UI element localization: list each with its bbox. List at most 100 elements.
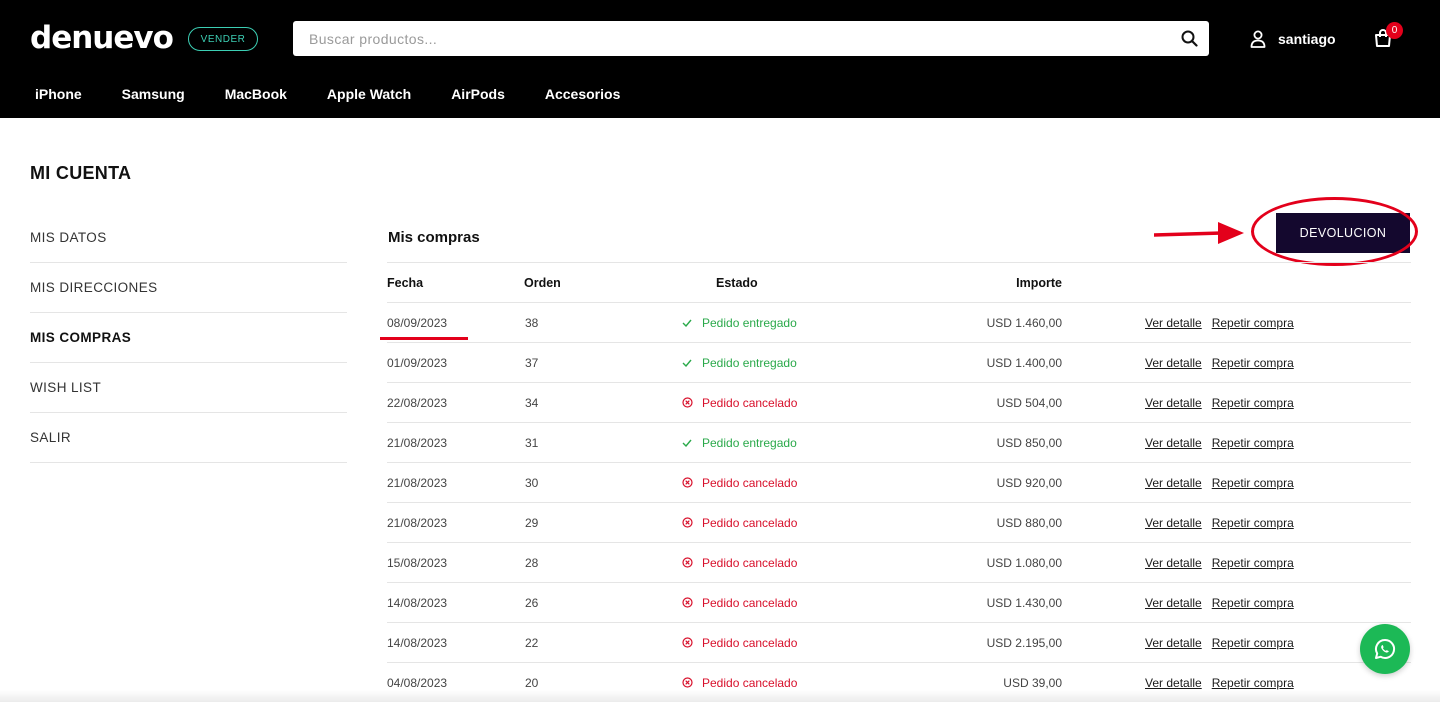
row-estado-label: Pedido cancelado: [702, 635, 798, 650]
row-fecha: 21/08/2023: [387, 515, 448, 530]
row-orden: 37: [525, 355, 539, 370]
whatsapp-button[interactable]: [1360, 624, 1410, 674]
ver-detalle-link[interactable]: Ver detalle: [1145, 596, 1202, 610]
sidebar-item-mis-direcciones[interactable]: MIS DIRECCIONES: [30, 263, 347, 313]
ver-detalle-link[interactable]: Ver detalle: [1145, 396, 1202, 410]
row-estado-label: Pedido cancelado: [702, 395, 798, 410]
table-header: Fecha Orden Estado Importe: [387, 263, 1411, 303]
ver-detalle-link[interactable]: Ver detalle: [1145, 436, 1202, 450]
user-account[interactable]: santiago: [1250, 29, 1336, 49]
row-importe: USD 2.195,00: [986, 635, 1062, 650]
orders-table: Fecha Orden Estado Importe 08/09/2023 38 P…: [387, 262, 1411, 702]
repetir-compra-link[interactable]: Repetir compra: [1212, 516, 1294, 530]
row-importe: USD 1.460,00: [986, 315, 1062, 330]
row-actions: Ver detalle Repetir compra: [1145, 636, 1304, 650]
row-orden: 34: [525, 395, 539, 410]
row-actions: Ver detalle Repetir compra: [1145, 316, 1304, 330]
ver-detalle-link[interactable]: Ver detalle: [1145, 516, 1202, 530]
nav-item-macbook[interactable]: MacBook: [225, 85, 287, 103]
row-fecha: 21/08/2023: [387, 435, 448, 450]
header-importe: Importe: [1016, 275, 1062, 290]
whatsapp-icon: [1373, 637, 1397, 661]
row-estado: Pedido cancelado: [681, 396, 797, 410]
sidebar-item-mis-datos[interactable]: MIS DATOS: [30, 213, 347, 263]
table-row: 04/08/2023 20 Pedido cancelado USD 39,00 Ver…: [387, 663, 1411, 702]
row-actions: Ver detalle Repetir compra: [1145, 596, 1304, 610]
search-icon[interactable]: [1169, 21, 1209, 56]
ver-detalle-link[interactable]: Ver detalle: [1145, 476, 1202, 490]
row-actions: Ver detalle Repetir compra: [1145, 556, 1304, 570]
nav-item-iphone[interactable]: iPhone: [35, 85, 82, 103]
row-fecha: 21/08/2023: [387, 475, 448, 490]
table-row: 21/08/2023 31 Pedido entregado USD 850,00 Ve…: [387, 423, 1411, 463]
sidebar-item-wish-list[interactable]: WISH LIST: [30, 363, 347, 413]
repetir-compra-link[interactable]: Repetir compra: [1212, 556, 1294, 570]
repetir-compra-link[interactable]: Repetir compra: [1212, 436, 1294, 450]
nav-item-accesorios[interactable]: Accesorios: [545, 85, 620, 103]
repetir-compra-link[interactable]: Repetir compra: [1212, 596, 1294, 610]
row-estado: Pedido cancelado: [681, 556, 797, 570]
x-circle-icon: [681, 477, 693, 489]
table-row: 01/09/2023 37 Pedido entregado USD 1.400,00…: [387, 343, 1411, 383]
row-fecha: 14/08/2023: [387, 635, 448, 650]
row-actions: Ver detalle Repetir compra: [1145, 476, 1304, 490]
row-estado: Pedido entregado: [681, 356, 797, 370]
row-actions: Ver detalle Repetir compra: [1145, 516, 1304, 530]
row-actions: Ver detalle Repetir compra: [1145, 676, 1304, 690]
row-estado-label: Pedido cancelado: [702, 595, 798, 610]
user-name[interactable]: santiago: [1278, 31, 1336, 47]
search-input[interactable]: [293, 21, 1169, 56]
repetir-compra-link[interactable]: Repetir compra: [1212, 356, 1294, 370]
repetir-compra-link[interactable]: Repetir compra: [1212, 676, 1294, 690]
row-estado: Pedido cancelado: [681, 476, 797, 490]
row-importe: USD 850,00: [996, 435, 1062, 450]
nav-item-samsung[interactable]: Samsung: [122, 85, 185, 103]
row-importe: USD 1.080,00: [986, 555, 1062, 570]
row-estado-label: Pedido entregado: [702, 435, 797, 450]
row-fecha: 04/08/2023: [387, 675, 448, 690]
repetir-compra-link[interactable]: Repetir compra: [1212, 476, 1294, 490]
nav-item-apple-watch[interactable]: Apple Watch: [327, 85, 411, 103]
ver-detalle-link[interactable]: Ver detalle: [1145, 356, 1202, 370]
table-row: 21/08/2023 29 Pedido cancelado USD 880,00 Ve…: [387, 503, 1411, 543]
ver-detalle-link[interactable]: Ver detalle: [1145, 676, 1202, 690]
ver-detalle-link[interactable]: Ver detalle: [1145, 316, 1202, 330]
repetir-compra-link[interactable]: Repetir compra: [1212, 636, 1294, 650]
cart-count-badge: 0: [1386, 22, 1403, 39]
ver-detalle-link[interactable]: Ver detalle: [1145, 556, 1202, 570]
table-row: 08/09/2023 38 Pedido entregado USD 1.460,00…: [387, 303, 1411, 343]
check-icon: [681, 317, 693, 329]
row-estado-label: Pedido cancelado: [702, 475, 798, 490]
row-fecha: 15/08/2023: [387, 555, 448, 570]
account-sidebar: MIS DATOS MIS DIRECCIONES MIS COMPRAS WI…: [30, 213, 347, 463]
site-header: denuevo VENDER santiago 0 iPhone Samsung…: [0, 0, 1440, 118]
header-fecha: Fecha: [387, 275, 424, 290]
repetir-compra-link[interactable]: Repetir compra: [1212, 396, 1294, 410]
repetir-compra-link[interactable]: Repetir compra: [1212, 316, 1294, 330]
row-estado: Pedido cancelado: [681, 596, 797, 610]
check-icon: [681, 357, 693, 369]
row-orden: 26: [525, 595, 539, 610]
x-circle-icon: [681, 637, 693, 649]
annotation-arrow: [1154, 222, 1244, 244]
sidebar-item-salir[interactable]: SALIR: [30, 413, 347, 463]
check-icon: [681, 437, 693, 449]
row-orden: 30: [525, 475, 539, 490]
sidebar-item-mis-compras[interactable]: MIS COMPRAS: [30, 313, 347, 363]
devolucion-button[interactable]: DEVOLUCION: [1276, 213, 1410, 253]
table-row: 14/08/2023 22 Pedido cancelado USD 2.195,00…: [387, 623, 1411, 663]
x-circle-icon: [681, 517, 693, 529]
header-estado: Estado: [716, 275, 758, 290]
table-body: 08/09/2023 38 Pedido entregado USD 1.460,00…: [387, 303, 1411, 702]
section-title: Mis compras: [388, 229, 480, 246]
row-estado-label: Pedido cancelado: [702, 675, 798, 690]
row-fecha: 08/09/2023: [387, 315, 448, 330]
row-estado-label: Pedido cancelado: [702, 555, 798, 570]
x-circle-icon: [681, 677, 693, 689]
main-nav: iPhone Samsung MacBook Apple Watch AirPo…: [35, 85, 660, 103]
nav-item-airpods[interactable]: AirPods: [451, 85, 505, 103]
vender-button[interactable]: VENDER: [188, 27, 258, 51]
logo[interactable]: denuevo: [30, 20, 174, 56]
table-row: 15/08/2023 28 Pedido cancelado USD 1.080,00…: [387, 543, 1411, 583]
ver-detalle-link[interactable]: Ver detalle: [1145, 636, 1202, 650]
